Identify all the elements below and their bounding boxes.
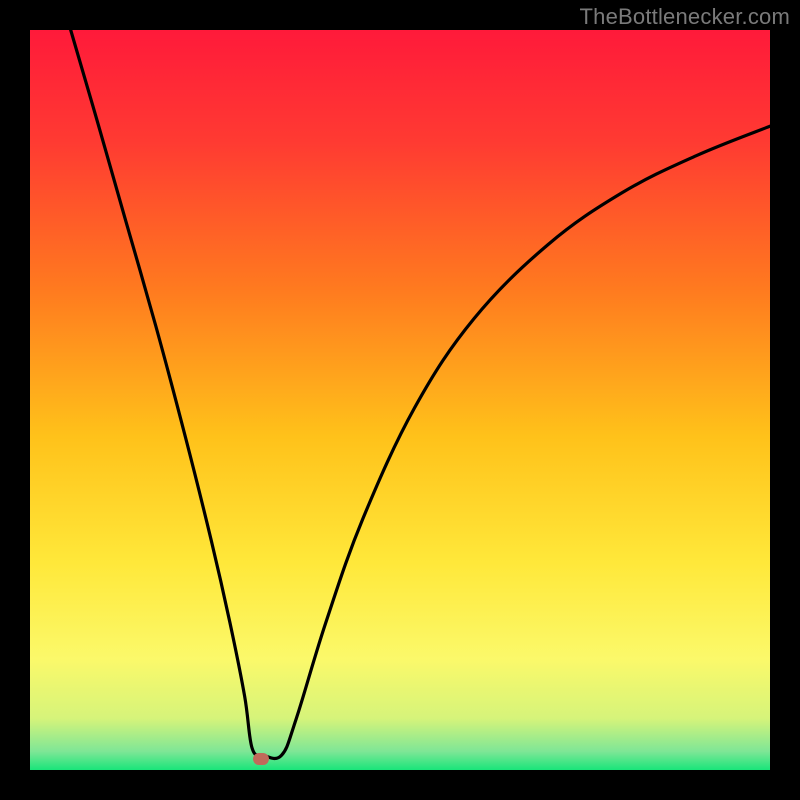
optimal-point-marker bbox=[253, 753, 269, 765]
chart-frame: TheBottlenecker.com bbox=[0, 0, 800, 800]
bottleneck-curve bbox=[30, 30, 770, 770]
watermark-text: TheBottlenecker.com bbox=[580, 4, 790, 30]
plot-area bbox=[30, 30, 770, 770]
